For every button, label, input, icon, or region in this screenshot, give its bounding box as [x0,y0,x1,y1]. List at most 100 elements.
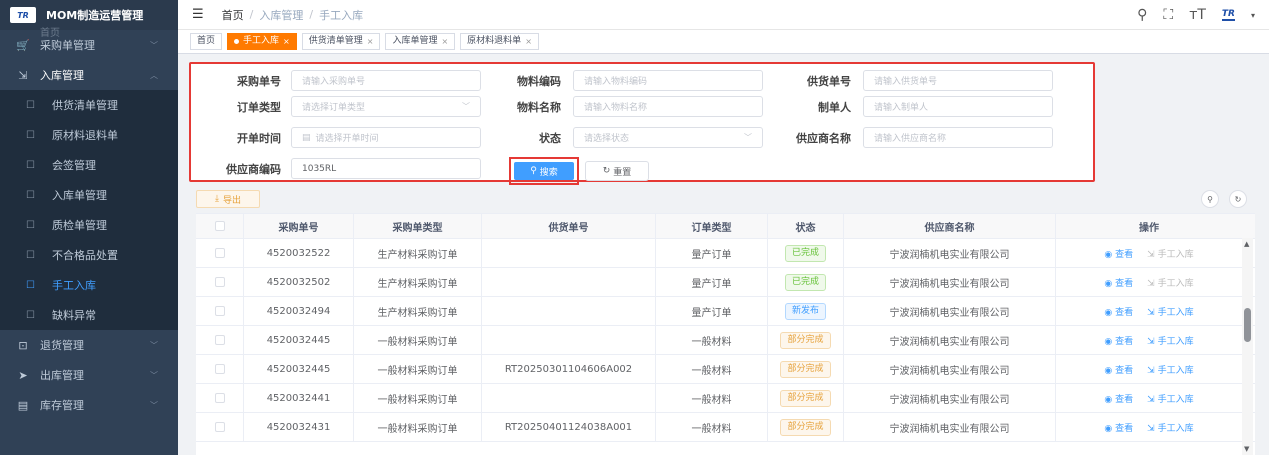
row-checkbox[interactable] [214,422,225,432]
status-badge: 已完成 [784,273,826,291]
sidebar-subitem-7[interactable]: ☐ 缺料异常 [0,300,178,330]
view-button[interactable]: ◉ 查看 [1104,392,1133,405]
manual-inbound-button[interactable]: ⇲ 手工入库 [1147,276,1193,289]
view-label: 查看 [1115,278,1134,289]
sidebar: TR MOM制造运营管理 首页 🛒 采购单管理 ﹀ ⇲ 入库管理 ︿ ☐ 供货清单管理 ☐ 原材… [0,0,178,455]
label-open-time: 开单时间 [237,131,281,145]
cell-order-type: 量产订单 [656,239,768,267]
sidebar-subitem-2[interactable]: ☐ 会签管理 [0,150,178,180]
supplier-code-input[interactable]: 1035RL [291,158,481,179]
breadcrumb-item-home[interactable]: 首页 [222,7,244,23]
table-scrollbar[interactable]: ▲ ▼ [1242,238,1253,455]
scroll-thumb[interactable] [1244,308,1251,342]
scroll-up-icon[interactable]: ▲ [1244,240,1249,248]
tab-0[interactable]: 首页 [190,33,223,50]
view-button[interactable]: ◉ 查看 [1104,247,1133,260]
sidebar-item-return[interactable]: ⊡ 退货管理 ﹀ [0,330,178,360]
sidebar-subitem-1[interactable]: ☐ 原材料退料单 [0,120,178,150]
table-row: 4520032502 生产材料采购订单 量产订单 已完成 宁波润楠机电实业有限公司 ◉ 查… [196,268,1255,297]
tab-2[interactable]: 供货清单管理 × [301,33,381,50]
cell-supplier-name: 宁波润楠机电实业有限公司 [844,355,1056,383]
manual-inbound-button[interactable]: ⇲ 手工入库 [1147,334,1193,347]
material-code-input[interactable]: 请输入物料编码 [573,70,763,91]
close-icon[interactable]: × [283,34,290,49]
manual-inbound-label: 手工入库 [1157,249,1194,260]
row-checkbox[interactable] [214,277,225,287]
order-type-select[interactable]: 请选择订单类型 ﹀ [291,96,481,117]
sidebar-item-inbox[interactable]: ⇲ 入库管理 ︿ [0,60,178,90]
eye-icon: ◉ [1104,278,1116,289]
status-badge: 部分完成 [780,389,831,407]
export-button[interactable]: ⤓ 导出 [196,190,260,208]
col-actions: 操作 [1139,222,1159,234]
material-name-input[interactable]: 请输入物料名称 [573,96,763,117]
view-button[interactable]: ◉ 查看 [1104,276,1133,289]
sidebar-item-send[interactable]: ➤ 出库管理 ﹀ [0,360,178,390]
user-avatar[interactable]: TR [1221,9,1235,21]
cell-supplier-name: 宁波润楠机电实业有限公司 [844,326,1056,354]
download-icon: ⤓ [215,194,219,204]
sidebar-subitem-5[interactable]: ☐ 不合格品处置 [0,240,178,270]
label-order-type: 订单类型 [237,100,281,114]
view-button[interactable]: ◉ 查看 [1104,305,1133,318]
sidebar-subitem-4[interactable]: ☐ 质检单管理 [0,210,178,240]
manual-inbound-button[interactable]: ⇲ 手工入库 [1147,421,1193,434]
sidebar-item-warehouse[interactable]: ▤ 库存管理 ﹀ [0,390,178,420]
manual-inbound-button[interactable]: ⇲ 手工入库 [1147,305,1193,318]
supply-no-input[interactable]: 请输入供货单号 [863,70,1053,91]
open-time-picker[interactable]: ▤ 请选择开单时间 [291,127,481,148]
cell-supplier-name: 宁波润楠机电实业有限公司 [844,297,1056,325]
manual-inbound-button[interactable]: ⇲ 手工入库 [1147,363,1193,376]
font-size-icon[interactable]: тT [1189,7,1206,23]
cell-purchase-no: 4520032445 [244,326,354,354]
search-button[interactable]: ⚲ 搜索 [514,162,574,180]
select-all-checkbox[interactable] [214,221,225,231]
row-checkbox[interactable] [214,306,225,316]
fullscreen-icon[interactable]: ⛶ [1163,7,1173,23]
sidebar-menu: 🛒 采购单管理 ﹀ ⇲ 入库管理 ︿ [0,30,178,90]
creator-input[interactable]: 请输入制单人 [863,96,1053,117]
tab-3[interactable]: 入库单管理 × [385,33,456,50]
sidebar-subitem-3[interactable]: ☐ 入库单管理 [0,180,178,210]
row-checkbox[interactable] [214,393,225,403]
row-actions: ◉ 查看 ⇲ 手工入库 [1104,392,1193,405]
view-label: 查看 [1115,423,1134,434]
tab-1[interactable]: 手工入库 × [227,33,297,50]
refresh-table-button[interactable]: ↻ [1229,190,1247,208]
caret-down-icon[interactable]: ▾ [1251,11,1255,20]
status-select[interactable]: 请选择状态 ﹀ [573,127,763,148]
inbound-icon: ⇲ [1147,423,1158,434]
sidebar-subitem-label: 质检单管理 [52,219,107,232]
row-checkbox[interactable] [214,335,225,345]
export-button-label: 导出 [222,195,241,206]
row-checkbox[interactable] [214,364,225,374]
hamburger-icon[interactable]: ☰ [192,7,204,22]
send-icon: ➤ [18,368,28,382]
view-button[interactable]: ◉ 查看 [1104,363,1133,376]
row-checkbox[interactable] [214,248,225,258]
close-icon[interactable]: × [367,34,374,49]
reset-button[interactable]: ↻ 重置 [585,161,649,181]
view-button[interactable]: ◉ 查看 [1104,334,1133,347]
sidebar-subitem-0[interactable]: ☐ 供货清单管理 [0,90,178,120]
sidebar-item-label: 采购单管理 [40,39,95,52]
tab-4[interactable]: 原材料退料单 × [460,33,539,50]
manual-inbound-button[interactable]: ⇲ 手工入库 [1147,392,1193,405]
view-button[interactable]: ◉ 查看 [1104,421,1133,434]
active-dot-icon [234,39,240,44]
sidebar-subitem-label: 手工入库 [52,279,96,292]
chevron-down-icon: ﹀ [150,400,158,410]
sidebar-item-cart[interactable]: 🛒 采购单管理 ﹀ [0,30,178,60]
row-actions: ◉ 查看 ⇲ 手工入库 [1104,334,1193,347]
manual-inbound-button[interactable]: ⇲ 手工入库 [1147,247,1193,260]
search-icon[interactable]: ⚲ [1137,7,1147,23]
toggle-search-button[interactable]: ⚲ [1201,190,1219,208]
purchase-no-input[interactable]: 请输入采购单号 [291,70,481,91]
close-icon[interactable]: × [525,34,532,49]
sidebar-subitem-6[interactable]: ☐ 手工入库 [0,270,178,300]
document-icon: ☐ [26,129,35,141]
col-order-type: 订单类型 [656,214,768,238]
scroll-down-icon[interactable]: ▼ [1244,445,1249,453]
close-icon[interactable]: × [441,34,448,49]
supplier-name-input[interactable]: 请输入供应商名称 [863,127,1053,148]
